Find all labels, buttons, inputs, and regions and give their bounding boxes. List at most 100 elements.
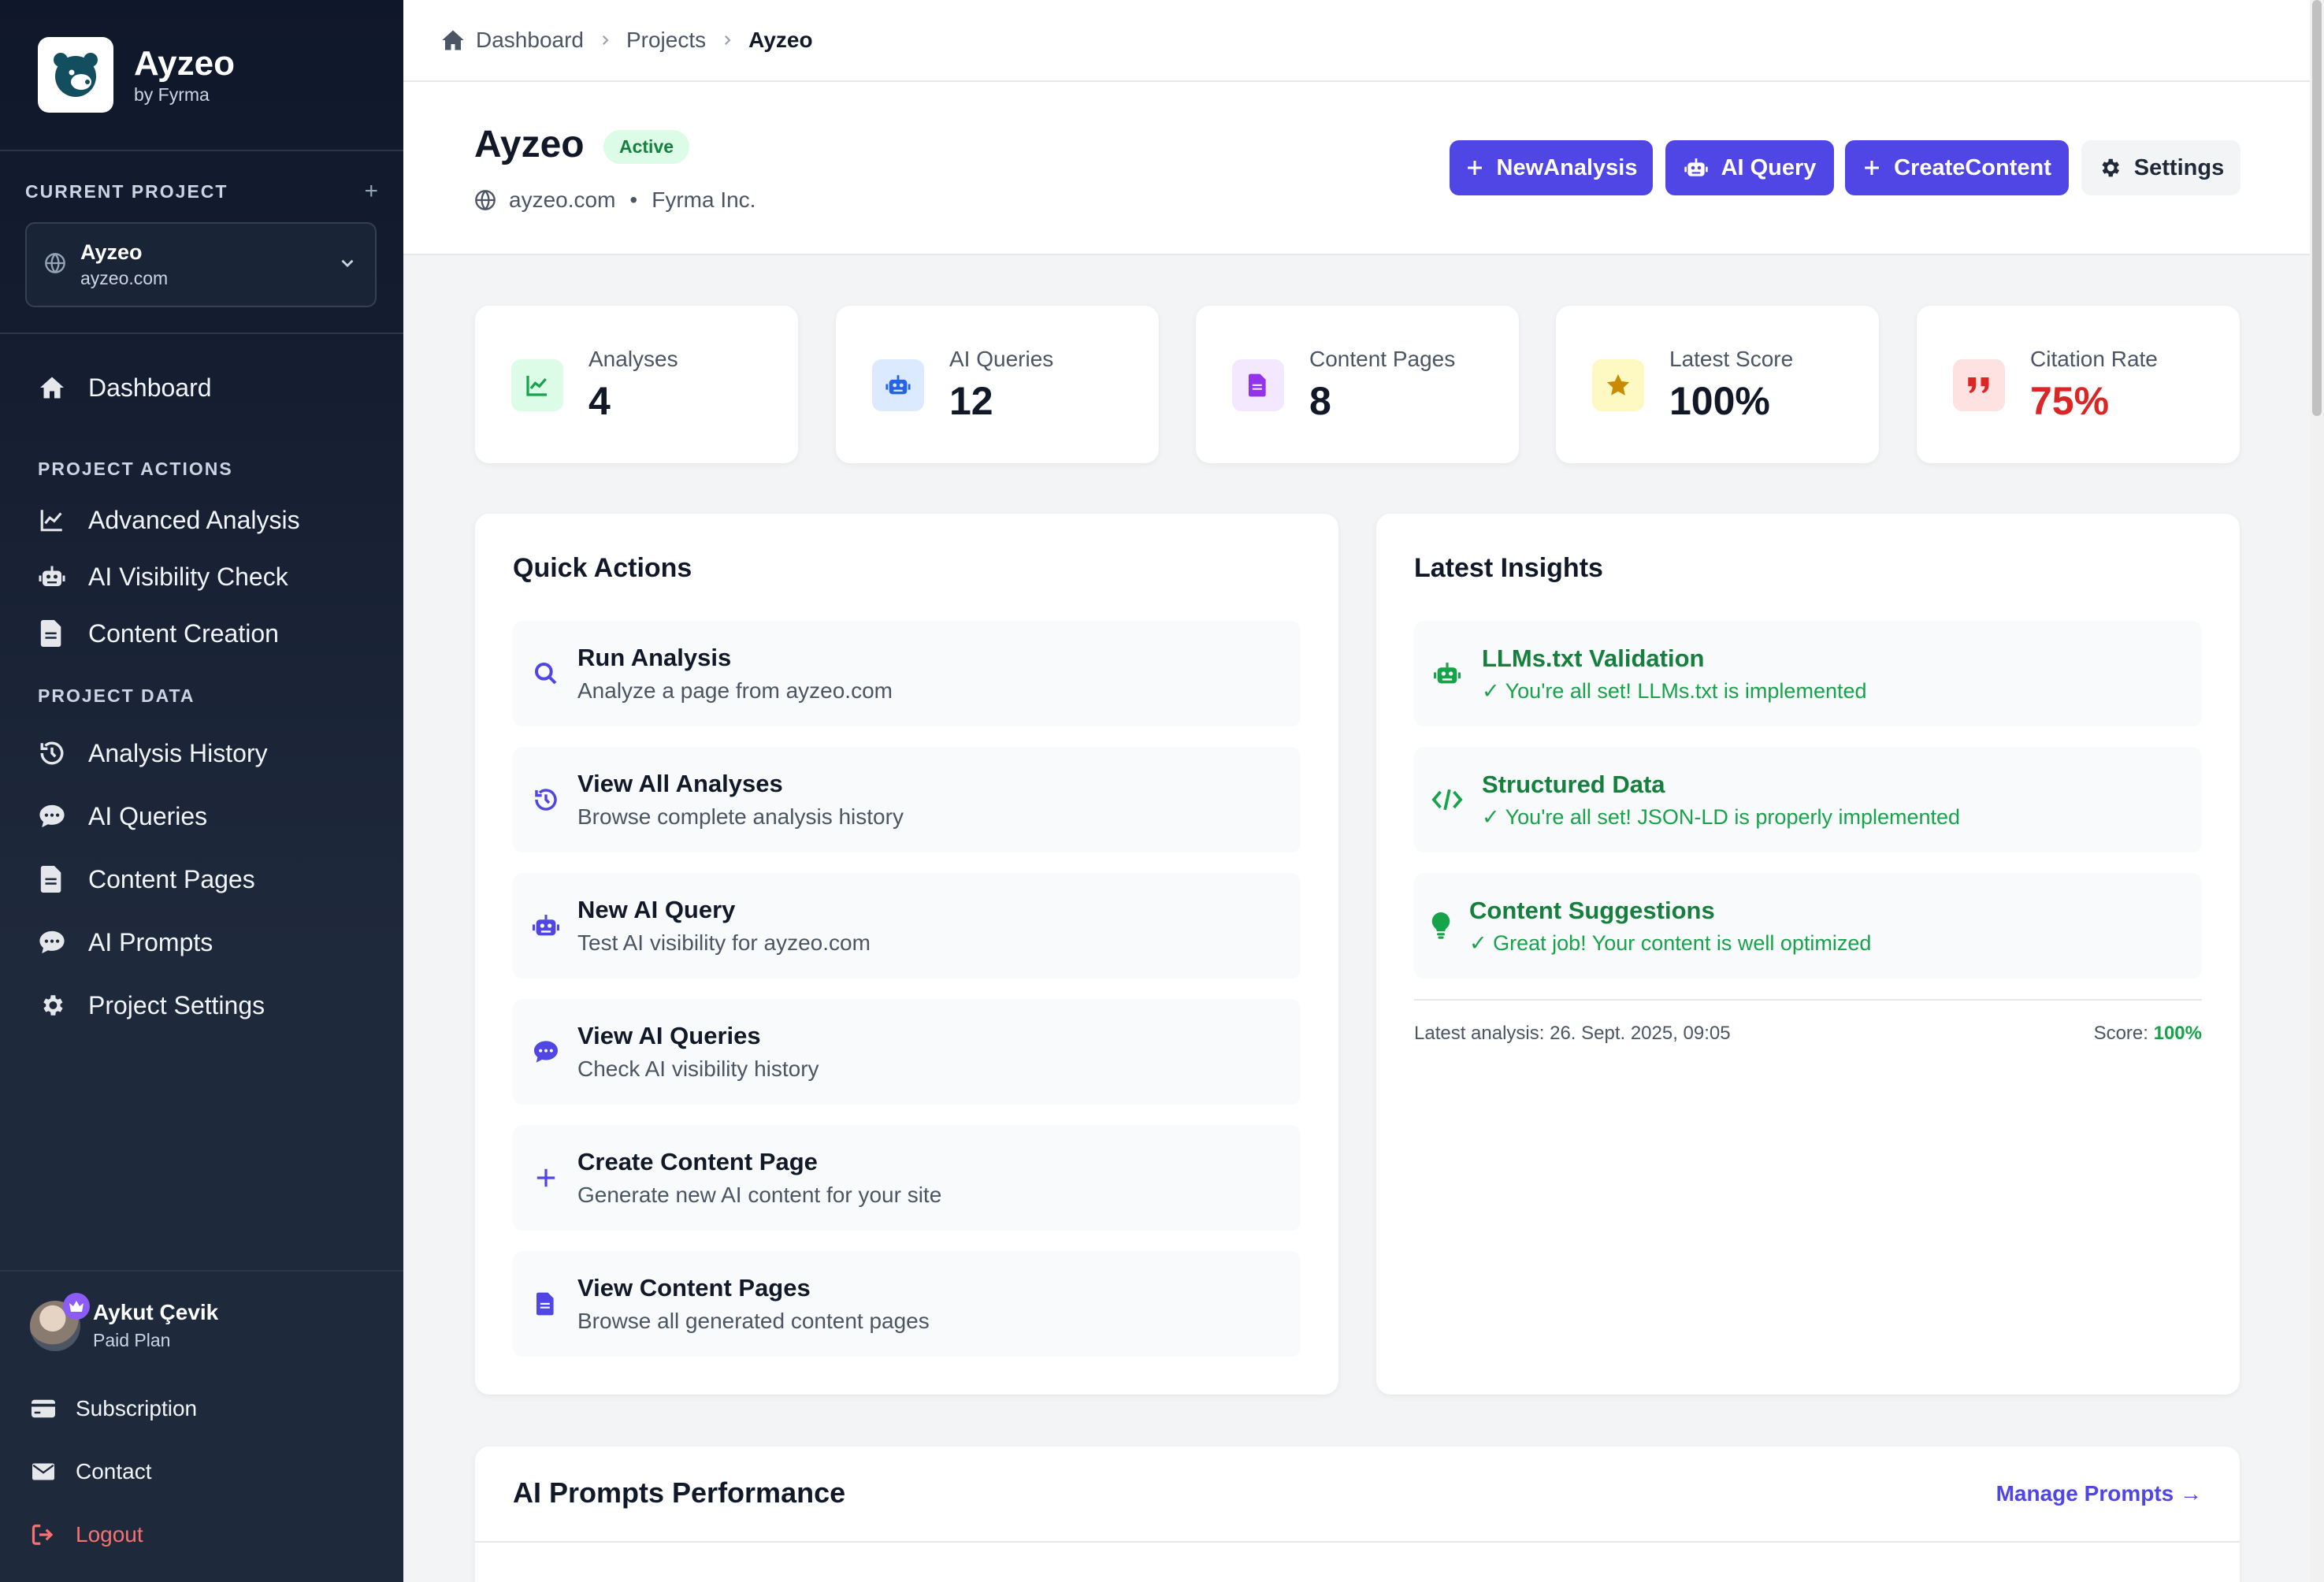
stat-value: 100% [1669, 379, 1770, 423]
stat-label: Latest Score [1669, 347, 1794, 371]
stat-card-latest-score[interactable]: Latest Score 100% [1556, 306, 1879, 463]
quick-action-view-analyses[interactable]: View All Analyses Browse complete analys… [513, 747, 1301, 852]
stat-card-analyses[interactable]: Analyses 4 [475, 306, 798, 463]
user-name: Aykut Çevik [93, 1300, 219, 1324]
user-plan: Paid Plan [93, 1330, 171, 1350]
quick-action-desc: Test AI visibility for ayzeo.com [577, 930, 871, 955]
bear-logo-icon [38, 37, 113, 113]
add-project-icon[interactable]: + [364, 178, 378, 205]
quick-action-title: Run Analysis [577, 644, 732, 671]
nav-label: Contact [76, 1459, 152, 1484]
stat-card-content-pages[interactable]: Content Pages 8 [1196, 306, 1519, 463]
ai-query-button[interactable]: AI Query [1665, 140, 1834, 195]
score-value: 100% [2153, 1023, 2202, 1044]
insights-divider [1414, 999, 2202, 1001]
quick-action-run-analysis[interactable]: Run Analysis Analyze a page from ayzeo.c… [513, 621, 1301, 726]
score-label: Score: [2093, 1023, 2148, 1044]
chat-bubble-icon [36, 804, 68, 829]
quick-action-new-ai-query[interactable]: New AI Query Test AI visibility for ayze… [513, 873, 1301, 979]
brand[interactable]: Ayzeo by Fyrma [0, 0, 403, 151]
breadcrumb-current: Ayzeo [748, 28, 813, 52]
nav-label: Advanced Analysis [88, 505, 300, 534]
nav-ai-visibility-check[interactable]: AI Visibility Check [36, 555, 288, 599]
scrollbar-thumb[interactable] [2312, 0, 2322, 416]
globe-icon [44, 252, 66, 278]
insight-desc: ✓ You're all set! JSON-LD is properly im… [1482, 804, 1961, 829]
envelope-icon [30, 1463, 57, 1480]
insight-structured-data[interactable]: Structured Data ✓ You're all set! JSON-L… [1414, 747, 2202, 852]
breadcrumb-dashboard[interactable]: Dashboard [476, 28, 584, 53]
separator-dot: • [629, 188, 638, 212]
nav-label: Content Pages [88, 864, 255, 893]
chart-line-icon [511, 359, 563, 411]
quote-icon [1953, 359, 2005, 411]
quick-actions-card: Quick Actions Run Analysis Analyze a pag… [475, 514, 1338, 1394]
new-analysis-button[interactable]: NewAnalysis [1450, 140, 1653, 195]
quick-action-view-content-pages[interactable]: View Content Pages Browse all generated … [513, 1251, 1301, 1357]
insight-content-suggestions[interactable]: Content Suggestions ✓ Great job! Your co… [1414, 873, 2202, 979]
stat-value: 12 [949, 379, 993, 423]
stat-label: Analyses [588, 347, 678, 371]
nav-ai-queries[interactable]: AI Queries [36, 794, 207, 838]
history-icon [530, 787, 562, 812]
file-icon [36, 866, 68, 893]
stat-card-citation-rate[interactable]: Citation Rate 75% [1917, 306, 2240, 463]
project-company: Fyrma Inc. [652, 188, 756, 212]
home-icon [36, 373, 68, 402]
card-title: Quick Actions [513, 553, 692, 583]
latest-insights-card: Latest Insights LLMs.txt Validation ✓ Yo… [1376, 514, 2240, 1394]
stat-label: Content Pages [1309, 347, 1456, 371]
brand-subtitle: by Fyrma [134, 84, 210, 105]
stat-card-ai-queries[interactable]: AI Queries 12 [836, 306, 1159, 463]
manage-prompts-link[interactable]: Manage Prompts → [1996, 1481, 2202, 1506]
avatar [30, 1292, 90, 1351]
quick-action-desc: Analyze a page from ayzeo.com [577, 678, 893, 703]
create-content-button[interactable]: CreateContent [1845, 140, 2069, 195]
nav-analysis-history[interactable]: Analysis History [36, 731, 268, 775]
settings-button[interactable]: Settings [2081, 140, 2240, 195]
nav-label: Project Settings [88, 990, 265, 1019]
quick-action-view-ai-queries[interactable]: View AI Queries Check AI visibility hist… [513, 999, 1301, 1105]
chevron-right-icon [720, 28, 734, 53]
quick-action-create-content[interactable]: Create Content Page Generate new AI cont… [513, 1125, 1301, 1231]
history-icon [36, 740, 68, 767]
nav-content-pages[interactable]: Content Pages [36, 857, 255, 901]
quick-action-title: Create Content Page [577, 1148, 818, 1175]
nav-label: Analysis History [88, 738, 268, 767]
page-scrollbar[interactable] [2310, 0, 2324, 1582]
robot-icon [1431, 660, 1463, 687]
chat-bubble-icon [36, 930, 68, 955]
nav-dashboard[interactable]: Dashboard [36, 366, 212, 410]
button-label: NewAnalysis [1496, 154, 1638, 180]
globe-icon [474, 189, 496, 211]
insight-title: Content Suggestions [1469, 896, 1715, 924]
nav-advanced-analysis[interactable]: Advanced Analysis [36, 498, 300, 542]
brand-name: Ayzeo [134, 43, 235, 83]
latest-score: Score: 100% [2094, 1023, 2202, 1045]
home-icon[interactable] [441, 29, 465, 51]
breadcrumb-projects[interactable]: Projects [626, 28, 706, 53]
nav-contact[interactable]: Contact [30, 1459, 152, 1484]
button-label: AI Query [1721, 154, 1817, 180]
insight-llms-txt[interactable]: LLMs.txt Validation ✓ You're all set! LL… [1414, 621, 2202, 726]
card-title: Latest Insights [1414, 553, 1603, 583]
status-badge: Active [603, 130, 690, 164]
nav-label: Content Creation [88, 618, 279, 648]
section-project-data: PROJECT DATA [38, 685, 195, 706]
nav-project-settings[interactable]: Project Settings [36, 983, 265, 1027]
insight-desc: ✓ You're all set! LLMs.txt is implemente… [1482, 678, 1867, 703]
logout-button[interactable]: Logout [30, 1522, 143, 1547]
user-profile[interactable]: Aykut Çevik Paid Plan [30, 1292, 219, 1351]
ai-prompts-performance-card: AI Prompts Performance Manage Prompts → [475, 1446, 2240, 1582]
nav-ai-prompts[interactable]: AI Prompts [36, 920, 213, 964]
stat-value: 75% [2030, 379, 2110, 423]
card-divider [475, 1541, 2240, 1543]
project-domain[interactable]: ayzeo.com [509, 188, 615, 213]
project-selector[interactable]: Ayzeo ayzeo.com [25, 222, 377, 307]
nav-subscription[interactable]: Subscription [30, 1396, 197, 1421]
stat-value: 8 [1309, 379, 1331, 423]
stat-label: AI Queries [949, 347, 1054, 371]
nav-content-creation[interactable]: Content Creation [36, 611, 279, 655]
latest-analysis-timestamp: Latest analysis: 26. Sept. 2025, 09:05 [1414, 1023, 1731, 1044]
nav-label: Logout [76, 1522, 143, 1547]
